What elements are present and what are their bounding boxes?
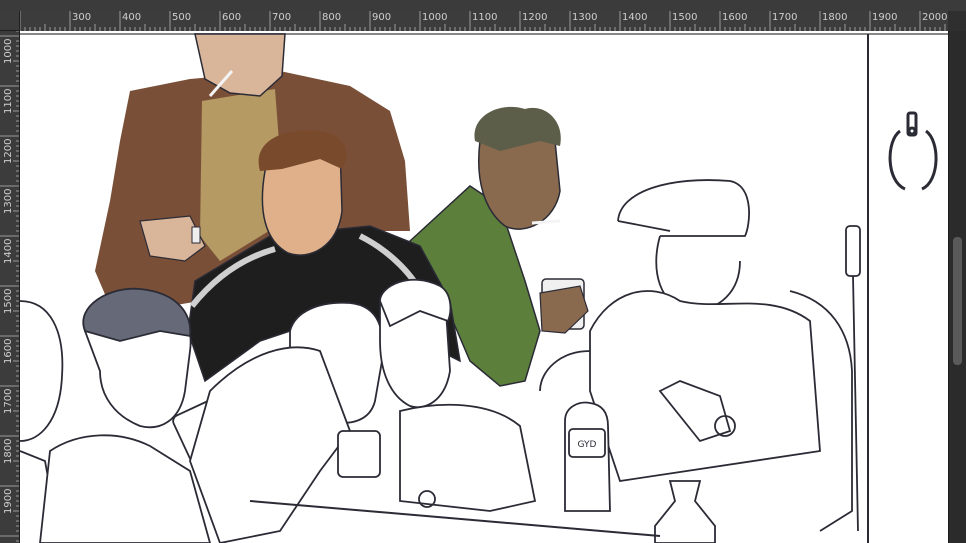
ruler-label: 1300 xyxy=(572,12,598,23)
ruler-label: 300 xyxy=(72,12,92,23)
ruler-label: 1100 xyxy=(3,88,14,114)
ruler-label: 900 xyxy=(372,12,392,23)
ruler-label: 1600 xyxy=(3,338,14,364)
glass xyxy=(337,430,381,478)
ruler-label: 1000 xyxy=(3,38,14,64)
ruler-label: 1600 xyxy=(722,12,748,23)
ruler-label: 1900 xyxy=(872,12,898,23)
vertical-scrollbar[interactable] xyxy=(948,31,966,543)
artwork-canvas[interactable]: GYD gil xyxy=(20,31,948,543)
ruler-label: 1900 xyxy=(3,488,14,514)
title-bar-strip xyxy=(0,0,966,11)
ruler-label: 800 xyxy=(322,12,342,23)
ruler-label: 1800 xyxy=(3,438,14,464)
ruler-label: 1000 xyxy=(422,12,448,23)
vertical-ruler[interactable]: 1000 1100 1200 1300 1400 1500 1600 1700 1800 1900 xyxy=(0,31,20,543)
horizontal-ruler[interactable]: 300 400 500 600 700 800 900 1000 1100 1200 1300 140… xyxy=(20,11,948,32)
ruler-label: 1200 xyxy=(522,12,548,23)
ruler-label: 2000 xyxy=(922,12,948,23)
canvas-area[interactable]: GYD gil xyxy=(20,31,948,543)
ruler-label: 1200 xyxy=(3,138,14,164)
ruler-label: 1300 xyxy=(3,188,14,214)
ruler-label: 500 xyxy=(172,12,192,23)
ruler-label: 1700 xyxy=(3,388,14,414)
scrollbar-thumb[interactable] xyxy=(953,237,962,365)
ruler-corner xyxy=(0,11,20,31)
ruler-label: 700 xyxy=(272,12,292,23)
ruler-label: 1700 xyxy=(772,12,798,23)
ruler-label: 1500 xyxy=(672,12,698,23)
ruler-label: 1400 xyxy=(622,12,648,23)
bottle: GYD xyxy=(564,401,611,512)
bottle-label-text: GYD xyxy=(578,440,597,450)
ruler-label: 1400 xyxy=(3,238,14,264)
ruler-label: 1500 xyxy=(3,288,14,314)
ruler-label: 1800 xyxy=(822,12,848,23)
ruler-label: 1100 xyxy=(472,12,498,23)
ruler-label: 400 xyxy=(122,12,142,23)
ruler-label: 600 xyxy=(222,12,242,23)
